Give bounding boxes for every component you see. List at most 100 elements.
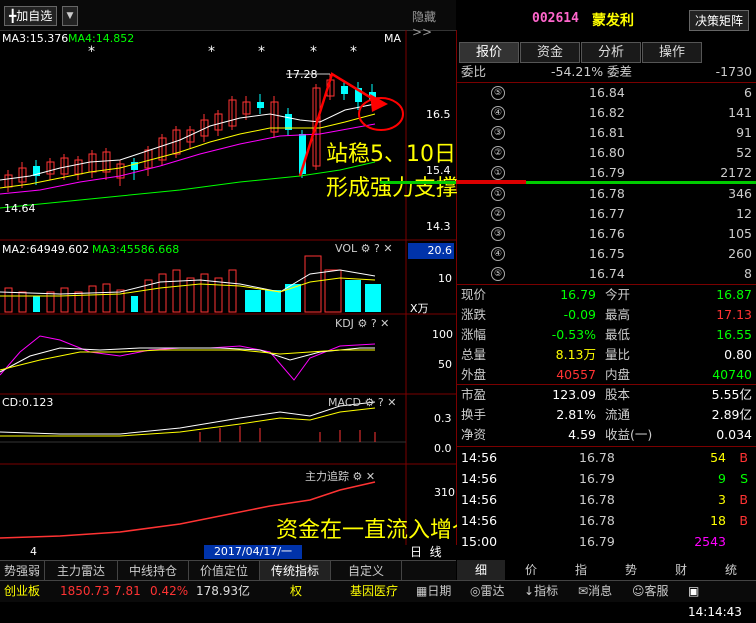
level-price: 16.76 (589, 226, 625, 241)
tab-operate[interactable]: 操作 (642, 42, 702, 63)
add-watchlist-button[interactable]: ╋加自选 (4, 6, 58, 26)
level-price: 16.74 (589, 266, 625, 281)
stat-row: 外盘 40557 内盘 40740 (457, 365, 756, 385)
tab-finance[interactable]: 财 (657, 560, 705, 580)
date-item[interactable]: ▦日期 (416, 581, 451, 602)
bid-row[interactable]: ③ 16.76 105 (457, 224, 756, 244)
level-price: 16.84 (589, 85, 625, 100)
level-index: ① (491, 166, 505, 180)
tab-trend-strength[interactable]: 势强弱 (0, 561, 45, 581)
message-item[interactable]: ✉消息 (578, 581, 612, 602)
tick-side: B (739, 450, 748, 465)
gear-icon[interactable]: ⚙ (361, 242, 371, 255)
stat-value: -0.09 (563, 307, 596, 322)
tick-side: B (739, 513, 748, 528)
period-toggle[interactable]: 日 线 (410, 545, 454, 559)
tick-volume: 54 (710, 450, 726, 465)
stat-label: 最低 (605, 327, 631, 342)
tab-price[interactable]: 价 (507, 560, 555, 580)
line-button[interactable]: 线 (430, 545, 442, 559)
ask-row[interactable]: ⑤ 16.84 6 (457, 83, 756, 103)
ask-row[interactable]: ④ 16.82 141 (457, 103, 756, 123)
tick-price: 16.78 (579, 492, 615, 507)
level-index: ① (491, 187, 505, 201)
tab-trend[interactable]: 势 (607, 560, 655, 580)
help-icon[interactable]: ? (374, 242, 380, 255)
board-name[interactable]: 创业板 (4, 581, 40, 602)
macd-pane-controls: MACD ⚙ ? ✕ (328, 396, 396, 409)
zl-tag: 主力追踪 (305, 470, 349, 483)
help-icon[interactable]: ? (371, 317, 377, 330)
tab-traditional-indicators[interactable]: 传统指标 (260, 561, 331, 581)
kdj-tag: KDJ (335, 317, 354, 330)
gear-icon[interactable]: ⚙ (364, 396, 374, 409)
tab-quote[interactable]: 报价 (459, 42, 519, 63)
close-icon[interactable]: ✕ (380, 317, 389, 330)
stock-name: 蒙发利 (592, 13, 634, 29)
chevron-down-icon[interactable]: ▼ (62, 6, 78, 26)
close-icon[interactable]: ✕ (366, 470, 375, 483)
date-axis: 4 2017/04/17/一 日 线 (0, 545, 456, 560)
radar-item[interactable]: ◎雷达 (470, 581, 505, 602)
stat-value: 4.59 (568, 427, 596, 442)
tick-row: 14:56 16.78 18 B (457, 511, 756, 531)
help-icon[interactable]: ? (378, 396, 384, 409)
clock: ▣ 14:14:43 (688, 584, 742, 619)
order-ratio-value: -54.21% (551, 64, 604, 79)
annotation-capital-flow: 资金在一直流入增仓 (276, 518, 475, 543)
board-change: 7.81 (114, 584, 141, 598)
tick-row: 14:56 16.79 9 S (457, 469, 756, 489)
tick-time: 14:56 (461, 492, 498, 507)
ask-row[interactable]: ③ 16.81 91 (457, 123, 756, 143)
indicator-item[interactable]: ↓指标 (524, 581, 558, 602)
tab-mid-holding[interactable]: 中线持仓 (118, 561, 189, 581)
gear-icon[interactable]: ⚙ (357, 317, 367, 330)
close-icon[interactable]: ✕ (383, 242, 392, 255)
tab-value-position[interactable]: 价值定位 (189, 561, 260, 581)
tab-analysis[interactable]: 分析 (581, 42, 641, 63)
stat-value: 16.87 (716, 287, 752, 302)
tick-volume: 18 (710, 513, 726, 528)
chart-area[interactable]: MA3:15.376 MA4:14.852 MA * * * * * 17.28… (0, 30, 478, 545)
candles (4, 74, 376, 192)
annotation-support: 站稳5、10日线 (326, 142, 478, 167)
level-index: ⑤ (491, 267, 505, 281)
user-icon: ☺ (632, 584, 645, 598)
bid-row[interactable]: ② 16.77 12 (457, 204, 756, 224)
level-price: 16.82 (589, 105, 625, 120)
stat-label: 现价 (461, 287, 487, 302)
level-price: 16.79 (589, 165, 625, 180)
tab-main-radar[interactable]: 主力雷达 (45, 561, 118, 581)
bid-row[interactable]: ⑤ 16.74 8 (457, 264, 756, 284)
service-item[interactable]: ☺客服 (632, 581, 669, 602)
gear-icon[interactable]: ⚙ (353, 470, 363, 483)
tick-row: 15:00 16.79 2543 (457, 532, 756, 552)
tab-stats[interactable]: 统 (707, 560, 755, 580)
status-bar: 创业板 1850.73 7.81 0.42% 178.93亿 权 基因医疗 ▦日… (0, 580, 756, 619)
stat-value: 40740 (712, 367, 752, 382)
close-icon[interactable]: ✕ (387, 396, 396, 409)
order-ratio-label: 委比 (461, 64, 487, 79)
rights-mode[interactable]: 权 (290, 581, 302, 602)
tab-index[interactable]: 指 (557, 560, 605, 580)
decision-matrix-button[interactable]: 决策矩阵 (689, 10, 750, 31)
day-button[interactable]: 日 (410, 545, 422, 559)
ask-row[interactable]: ② 16.80 52 (457, 143, 756, 163)
tab-detail[interactable]: 细 (457, 560, 505, 580)
bid-row[interactable]: ④ 16.75 260 (457, 244, 756, 264)
kdj-tick: 100 (432, 328, 453, 341)
stat-label: 股本 (605, 387, 631, 402)
level-volume: 52 (736, 145, 752, 160)
star-mark: * (88, 44, 95, 60)
stat-label: 外盘 (461, 367, 487, 382)
tick-row: 14:56 16.78 3 B (457, 490, 756, 510)
star-mark: * (258, 44, 265, 60)
order-diff-value: -1730 (715, 64, 752, 79)
clock-icon: ▣ (688, 584, 700, 598)
tick-time: 14:56 (461, 450, 498, 465)
bid-row[interactable]: ① 16.78 346 (457, 184, 756, 204)
stat-label: 涨幅 (461, 327, 487, 342)
tab-custom[interactable]: 自定义 (331, 561, 402, 581)
news-ticker[interactable]: 基因医疗 (350, 581, 398, 602)
tab-funds[interactable]: 资金 (520, 42, 580, 63)
